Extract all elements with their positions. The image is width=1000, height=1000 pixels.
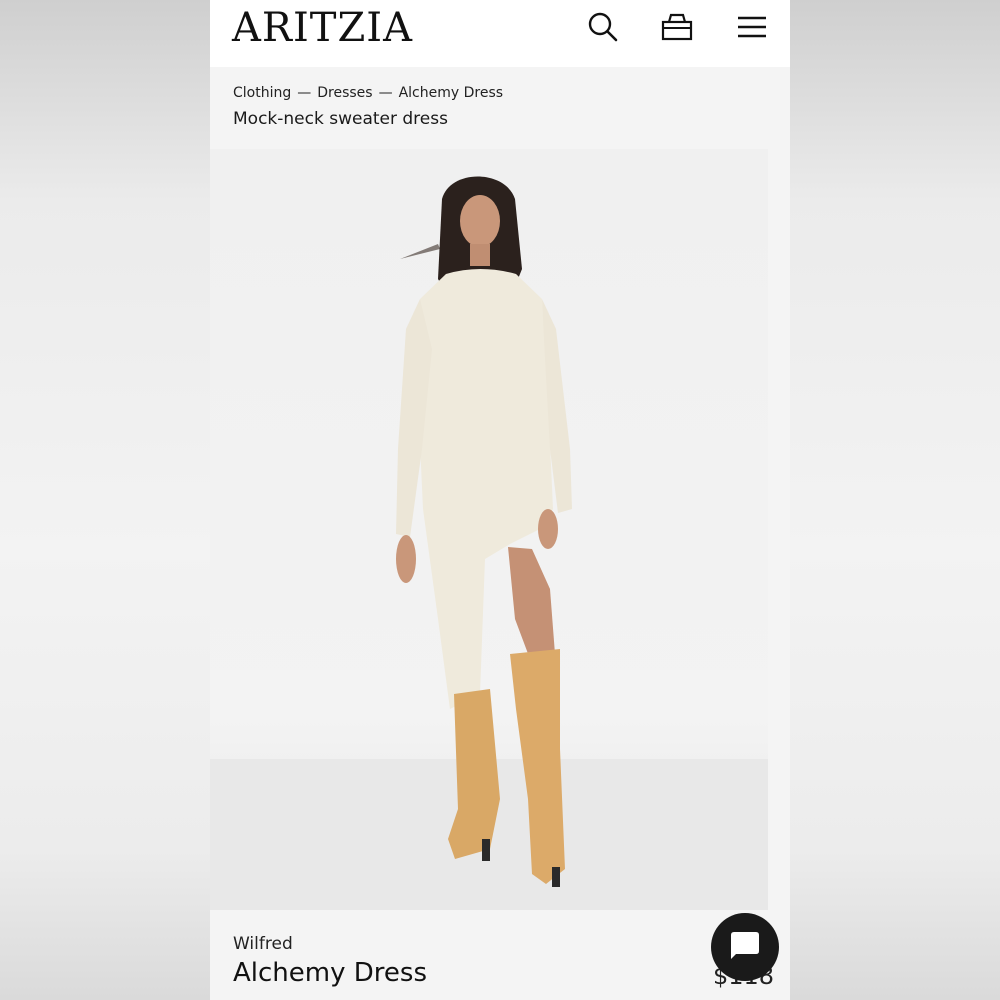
product-name: Alchemy Dress <box>233 958 427 988</box>
menu-icon[interactable] <box>735 10 769 44</box>
search-icon[interactable] <box>586 10 620 44</box>
background-right <box>790 0 1000 1000</box>
mobile-viewport: ARITZIA Clothing — Dresses — Alchemy Dre… <box>210 0 790 1000</box>
product-subtitle: Mock-neck sweater dress <box>233 109 448 129</box>
chat-button[interactable] <box>711 913 779 981</box>
breadcrumb: Clothing — Dresses — Alchemy Dress <box>233 85 503 101</box>
model-illustration <box>210 176 768 910</box>
breadcrumb-item-dresses[interactable]: Dresses <box>317 85 372 101</box>
breadcrumb-section: Clothing — Dresses — Alchemy Dress Mock-… <box>210 67 790 149</box>
chat-bubble-icon <box>728 928 762 966</box>
site-header: ARITZIA <box>210 0 790 67</box>
background-left <box>0 0 210 1000</box>
brand-logo[interactable]: ARITZIA <box>232 6 413 50</box>
breadcrumb-separator: — <box>378 85 393 101</box>
breadcrumb-item-current[interactable]: Alchemy Dress <box>399 85 503 101</box>
product-image[interactable] <box>210 149 768 910</box>
product-brand[interactable]: Wilfred <box>233 934 293 954</box>
breadcrumb-separator: — <box>297 85 312 101</box>
product-info: Wilfred Alchemy Dress $118 <box>210 910 790 1000</box>
bag-icon[interactable] <box>660 10 694 44</box>
breadcrumb-item-clothing[interactable]: Clothing <box>233 85 291 101</box>
